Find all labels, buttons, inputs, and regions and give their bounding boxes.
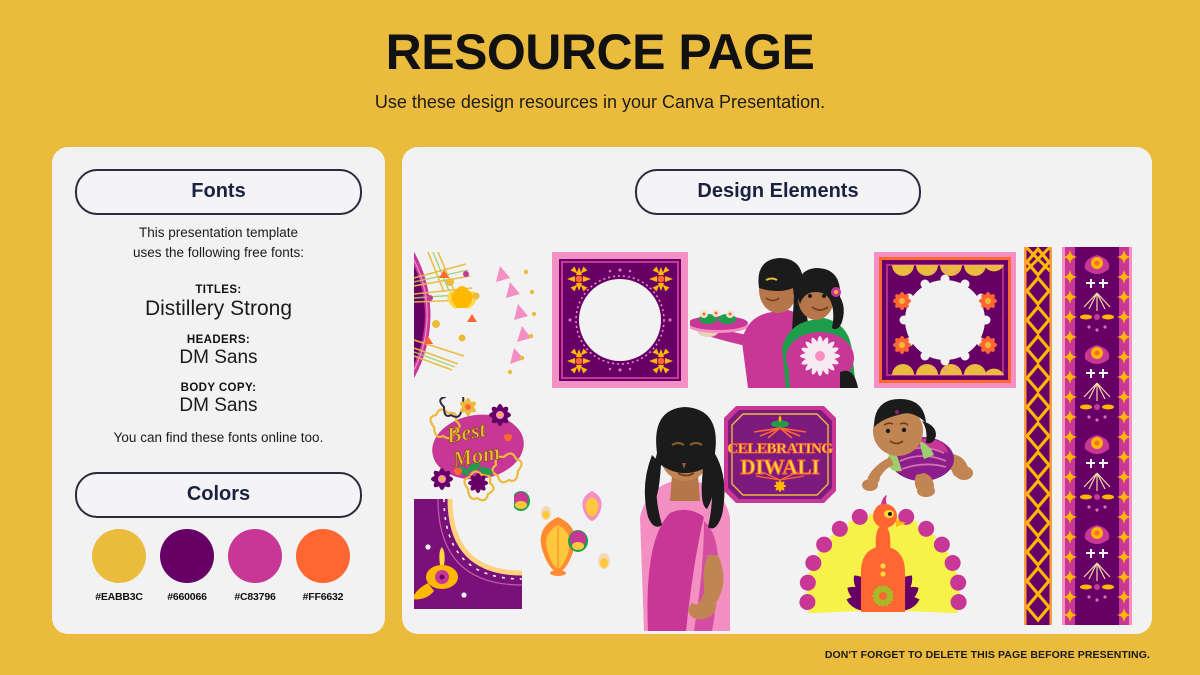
page-subtitle: Use these design resources in your Canva… xyxy=(374,92,826,112)
floral-vertical-border-strip[interactable] xyxy=(1062,247,1132,625)
square-circle-photo-frame-purple[interactable] xyxy=(874,252,1016,388)
font-group-value: Distillery Strong xyxy=(144,297,293,320)
diya-corner-ornament[interactable] xyxy=(414,499,522,609)
color-swatch-hex: #C83796 xyxy=(234,591,276,603)
font-group-body-copy: BODY COPY: DM Sans xyxy=(70,382,367,417)
font-group-headers: HEADERS: DM Sans xyxy=(70,334,367,369)
font-group-label: TITLES: xyxy=(195,284,242,296)
color-swatch-dot xyxy=(160,529,214,583)
font-group-label: HEADERS: xyxy=(186,334,251,346)
color-swatch-hex: #660066 xyxy=(167,591,207,603)
fonts-intro-line-1: This presentation template xyxy=(138,225,299,240)
page-title: RESOURCE PAGE xyxy=(385,24,815,80)
zigzag-vertical-border-strip[interactable] xyxy=(1024,247,1052,625)
color-swatch-dot xyxy=(92,529,146,583)
mandala-quarter-circle-ornament[interactable] xyxy=(414,252,536,378)
color-swatch[interactable]: #C83796 xyxy=(228,529,282,603)
color-swatch-list: #EABB3C #660066 #C83796 #FF6632 xyxy=(92,529,350,603)
fonts-outro-text: You can find these fonts online too. xyxy=(113,430,324,445)
fonts-intro-text: This presentation template uses the foll… xyxy=(70,223,367,262)
color-swatch-hex: #FF6632 xyxy=(302,591,344,603)
fonts-and-colors-panel: Fonts This presentation template uses th… xyxy=(52,147,385,634)
font-group-titles: TITLES: Distillery Strong xyxy=(70,284,367,321)
peacock-illustration[interactable] xyxy=(764,492,1002,620)
color-swatch[interactable]: #660066 xyxy=(160,529,214,603)
square-circle-photo-frame-pink[interactable] xyxy=(552,252,688,388)
floating-sky-lanterns[interactable] xyxy=(514,487,630,597)
font-group-value: DM Sans xyxy=(179,347,258,368)
fonts-section-header: Fonts xyxy=(75,169,362,215)
font-group-value: DM Sans xyxy=(179,395,258,416)
colors-section-header: Colors xyxy=(75,472,362,518)
font-group-label: BODY COPY: xyxy=(180,382,257,394)
color-swatch[interactable]: #EABB3C xyxy=(92,529,146,603)
fonts-intro-line-2: uses the following free fonts: xyxy=(132,244,305,260)
design-elements-panel: Design Elements Best Mom CELEBRATING DIW… xyxy=(402,147,1152,634)
color-swatch-hex: #EABB3C xyxy=(95,591,143,603)
color-swatch-dot xyxy=(296,529,350,583)
crawling-baby-illustration[interactable] xyxy=(860,397,976,497)
color-swatch[interactable]: #FF6632 xyxy=(296,529,350,603)
delete-page-reminder: DON'T FORGET TO DELETE THIS PAGE BEFORE … xyxy=(824,649,1150,661)
two-women-with-sweets-illustration[interactable] xyxy=(690,252,862,388)
badge-text-line-2: DIWALI xyxy=(740,455,819,479)
design-elements-section-header: Design Elements xyxy=(635,169,921,215)
color-swatch-dot xyxy=(228,529,282,583)
